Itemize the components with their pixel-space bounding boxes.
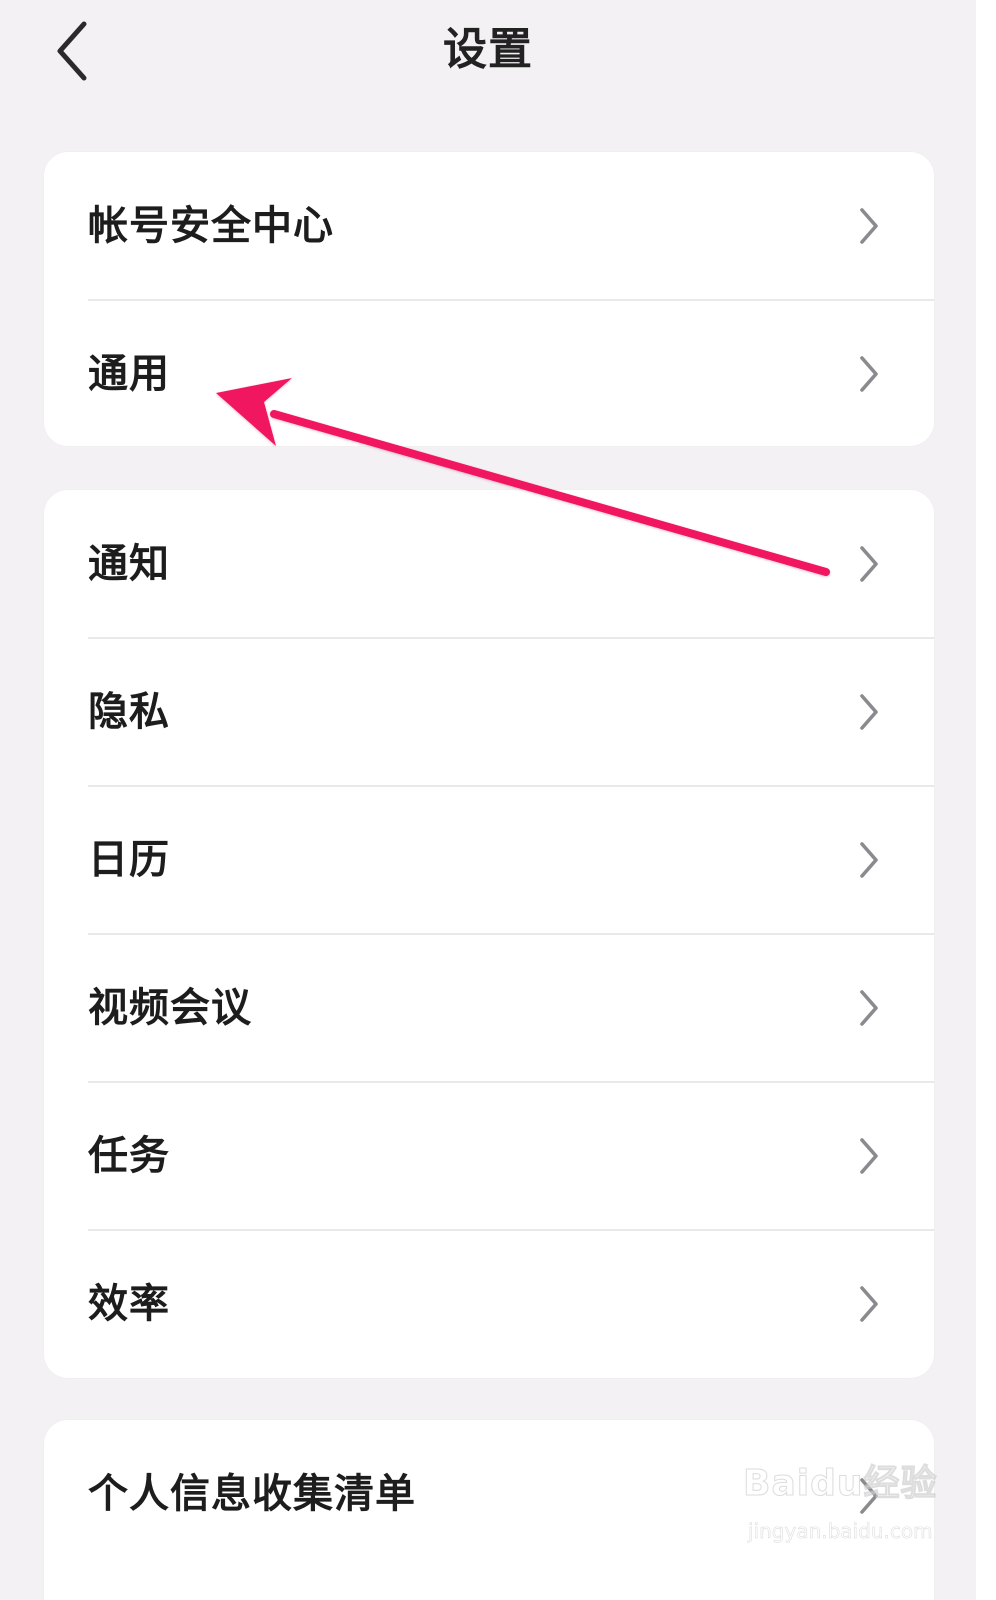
- settings-item-calendar[interactable]: 日历: [44, 786, 934, 935]
- back-button[interactable]: [42, 16, 102, 86]
- page-title: 设置: [443, 24, 533, 75]
- chevron-right-icon: [852, 1474, 884, 1518]
- settings-screen: 设置 帐号安全中心 通用 通知 隐私 日历 视频会议 任务 效率 个人信息收集清…: [0, 0, 976, 1600]
- chevron-left-icon: [57, 21, 87, 81]
- settings-item-notifications[interactable]: 通知: [44, 490, 934, 639]
- chevron-right-icon: [852, 204, 884, 248]
- chevron-right-icon: [852, 986, 884, 1030]
- settings-group-personal-info: 个人信息收集清单: [44, 1420, 934, 1600]
- chevron-right-icon: [852, 690, 884, 734]
- settings-item-label: 个人信息收集清单: [88, 1471, 416, 1517]
- settings-group-account: 帐号安全中心 通用: [44, 152, 934, 446]
- chevron-right-icon: [852, 838, 884, 882]
- settings-item-label: 通用: [88, 351, 170, 397]
- settings-item-label: 隐私: [88, 689, 170, 735]
- settings-item-tasks[interactable]: 任务: [44, 1082, 934, 1231]
- chevron-right-icon: [852, 352, 884, 396]
- navigation-header: 设置: [0, 0, 976, 108]
- settings-item-general[interactable]: 通用: [44, 300, 934, 446]
- settings-item-label: 通知: [88, 541, 170, 587]
- chevron-right-icon: [852, 542, 884, 586]
- settings-item-efficiency[interactable]: 效率: [44, 1230, 934, 1378]
- settings-item-account-security[interactable]: 帐号安全中心: [44, 152, 934, 301]
- settings-item-label: 视频会议: [88, 985, 252, 1031]
- chevron-right-icon: [852, 1282, 884, 1326]
- settings-item-privacy[interactable]: 隐私: [44, 638, 934, 787]
- settings-item-label: 任务: [88, 1133, 170, 1179]
- settings-item-personal-info-list[interactable]: 个人信息收集清单: [44, 1420, 934, 1568]
- settings-item-label: 效率: [88, 1281, 170, 1327]
- settings-group-features: 通知 隐私 日历 视频会议 任务 效率: [44, 490, 934, 1378]
- settings-item-video-meeting[interactable]: 视频会议: [44, 934, 934, 1083]
- right-edge-strip: [976, 0, 996, 1600]
- chevron-right-icon: [852, 1134, 884, 1178]
- settings-item-label: 帐号安全中心: [88, 203, 334, 249]
- settings-item-label: 日历: [88, 837, 170, 883]
